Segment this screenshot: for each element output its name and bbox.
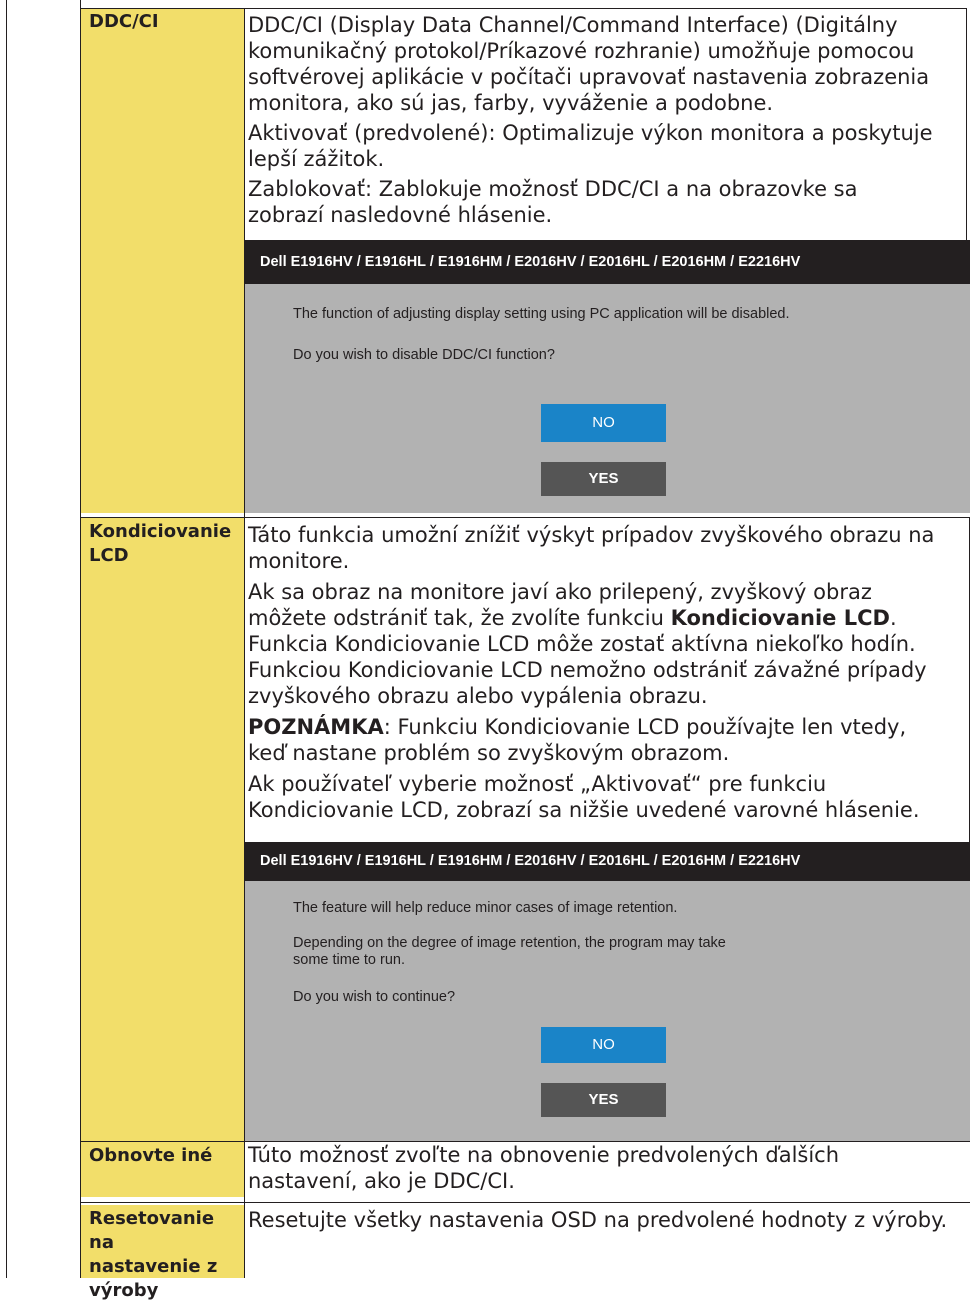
dialog-title-bar: Dell E1916HV / E1916HL / E1916HM / E2016… — [245, 240, 970, 284]
text-line: Resetovanie na — [89, 1208, 215, 1253]
lcd-note: POZNÁMKA: Funkciu Kondiciovanie LCD použ… — [248, 714, 968, 766]
no-button[interactable]: NO — [541, 404, 666, 442]
yes-button[interactable]: YES — [541, 1083, 666, 1117]
row-factory-reset-description: Resetujte všetky nastavenia OSD na predv… — [245, 1205, 970, 1278]
table-border — [966, 8, 967, 242]
table-border — [80, 8, 967, 9]
ddcci-para-1: DDC/CI (Display Data Channel/Command Int… — [248, 12, 968, 116]
row-ddcci-name-cell: DDC/CI — [81, 8, 244, 513]
dialog-message: The feature will help reduce minor cases… — [293, 900, 678, 916]
lcd-para-1: Táto funkcia umožní znížiť výskyt prípad… — [248, 522, 968, 574]
text-line: Funkcia Kondiciovanie LCD môže zostať ak… — [248, 632, 916, 656]
row-reset-other-description: Túto možnosť zvoľte na obnovenie predvol… — [245, 1142, 970, 1197]
factory-reset-text: Resetujte všetky nastavenia OSD na predv… — [248, 1207, 968, 1233]
text-line: DDC/CI (Display Data Channel/Command Int… — [248, 13, 898, 37]
no-button[interactable]: NO — [541, 1027, 666, 1063]
lcd-para-4: Ak používateľ vyberie možnosť „Aktivovať… — [248, 771, 968, 823]
text-line: Resetujte všetky nastavenia OSD na predv… — [248, 1208, 948, 1232]
table-border — [80, 1141, 970, 1142]
row-reset-other-name: Obnovte iné — [89, 1145, 213, 1166]
table-border — [6, 0, 7, 1278]
text-line: lepší zážitok. — [248, 147, 385, 171]
text-line: nastavení, ako je DDC/CI. — [248, 1169, 515, 1193]
note-label: POZNÁMKA — [248, 715, 384, 739]
row-ddcci-description: DDC/CI (Display Data Channel/Command Int… — [245, 8, 970, 240]
row-lcd-conditioning-name-cell: Kondiciovanie LCD — [81, 518, 244, 1141]
text-line: zvyškového obrazu alebo vypálenia obrazu… — [248, 684, 708, 708]
row-lcd-conditioning-description: Táto funkcia umožní znížiť výskyt prípad… — [245, 518, 970, 840]
dialog-title-bar: Dell E1916HV / E1916HL / E1916HM / E2016… — [245, 842, 970, 881]
reset-other-text: Túto možnosť zvoľte na obnovenie predvol… — [248, 1142, 968, 1194]
dialog-message: The function of adjusting display settin… — [293, 306, 790, 322]
text-line: nastavenie z — [89, 1256, 218, 1277]
row-factory-reset-name: Resetovanie na nastavenie z výroby — [89, 1207, 240, 1303]
text-line: môžete odstrániť tak, že zvolíte funkciu — [248, 606, 671, 630]
text-line: . — [889, 606, 897, 630]
outer-table-margin — [6, 0, 80, 1278]
dialog-message: Depending on the degree of image retenti… — [293, 935, 726, 951]
text-line: komunikačný protokol/Príkazové rozhranie… — [248, 39, 915, 63]
row-ddcci-name: DDC/CI — [89, 11, 159, 32]
text-line: Kondiciovanie — [89, 521, 232, 542]
row-lcd-conditioning-name: Kondiciovanie LCD — [89, 520, 240, 568]
table-border — [80, 1202, 970, 1203]
text-line: Zablokovať: Zablokuje možnosť DDC/CI a n… — [248, 177, 858, 201]
table-border — [80, 0, 81, 1278]
text-line: monitora, ako sú jas, farby, vyváženie a… — [248, 91, 774, 115]
dialog-question: Do you wish to continue? — [293, 989, 456, 1005]
text-line: Aktivovať (predvolené): Optimalizuje výk… — [248, 121, 933, 145]
ddcci-disable-dialog: Dell E1916HV / E1916HL / E1916HM / E2016… — [245, 240, 970, 513]
text-line: softvérovej aplikácie v počítači upravov… — [248, 65, 930, 89]
text-line: zobrazí nasledovné hlásenie. — [248, 203, 553, 227]
lcd-conditioning-dialog: Dell E1916HV / E1916HL / E1916HM / E2016… — [245, 842, 970, 1141]
ddcci-para-3: Zablokovať: Zablokuje možnosť DDC/CI a n… — [248, 176, 968, 228]
text-line: Ak sa obraz na monitore javí ako prilepe… — [248, 580, 872, 604]
text-line: Túto možnosť zvoľte na obnovenie predvol… — [248, 1143, 840, 1167]
lcd-para-2: Ak sa obraz na monitore javí ako prilepe… — [248, 579, 968, 709]
text-line: LCD — [89, 545, 129, 566]
text-line: : Funkciu Kondiciovanie LCD používajte l… — [383, 715, 907, 739]
dialog-message: some time to run. — [293, 952, 406, 968]
row-reset-other-name-cell: Obnovte iné — [81, 1142, 244, 1197]
text-line: výroby — [89, 1280, 159, 1301]
dialog-question: Do you wish to disable DDC/CI function? — [293, 347, 555, 363]
text-line: Ak používateľ vyberie možnosť „Aktivovať… — [248, 772, 827, 796]
table-border — [244, 8, 245, 1278]
text-line: Funkciou Kondiciovanie LCD nemožno odstr… — [248, 658, 927, 682]
yes-button[interactable]: YES — [541, 462, 666, 496]
bold-term: Kondiciovanie LCD — [670, 606, 890, 630]
text-line: keď nastane problém so zvyškovým obrazom… — [248, 741, 730, 765]
text-line: Kondiciovanie LCD, zobrazí sa nižšie uve… — [248, 798, 920, 822]
text-line: Táto funkcia umožní znížiť výskyt prípad… — [248, 523, 935, 547]
row-factory-reset-name-cell: Resetovanie na nastavenie z výroby — [81, 1205, 244, 1301]
text-line: monitore. — [248, 549, 350, 573]
table-border — [80, 517, 970, 518]
ddcci-para-2: Aktivovať (predvolené): Optimalizuje výk… — [248, 120, 968, 172]
